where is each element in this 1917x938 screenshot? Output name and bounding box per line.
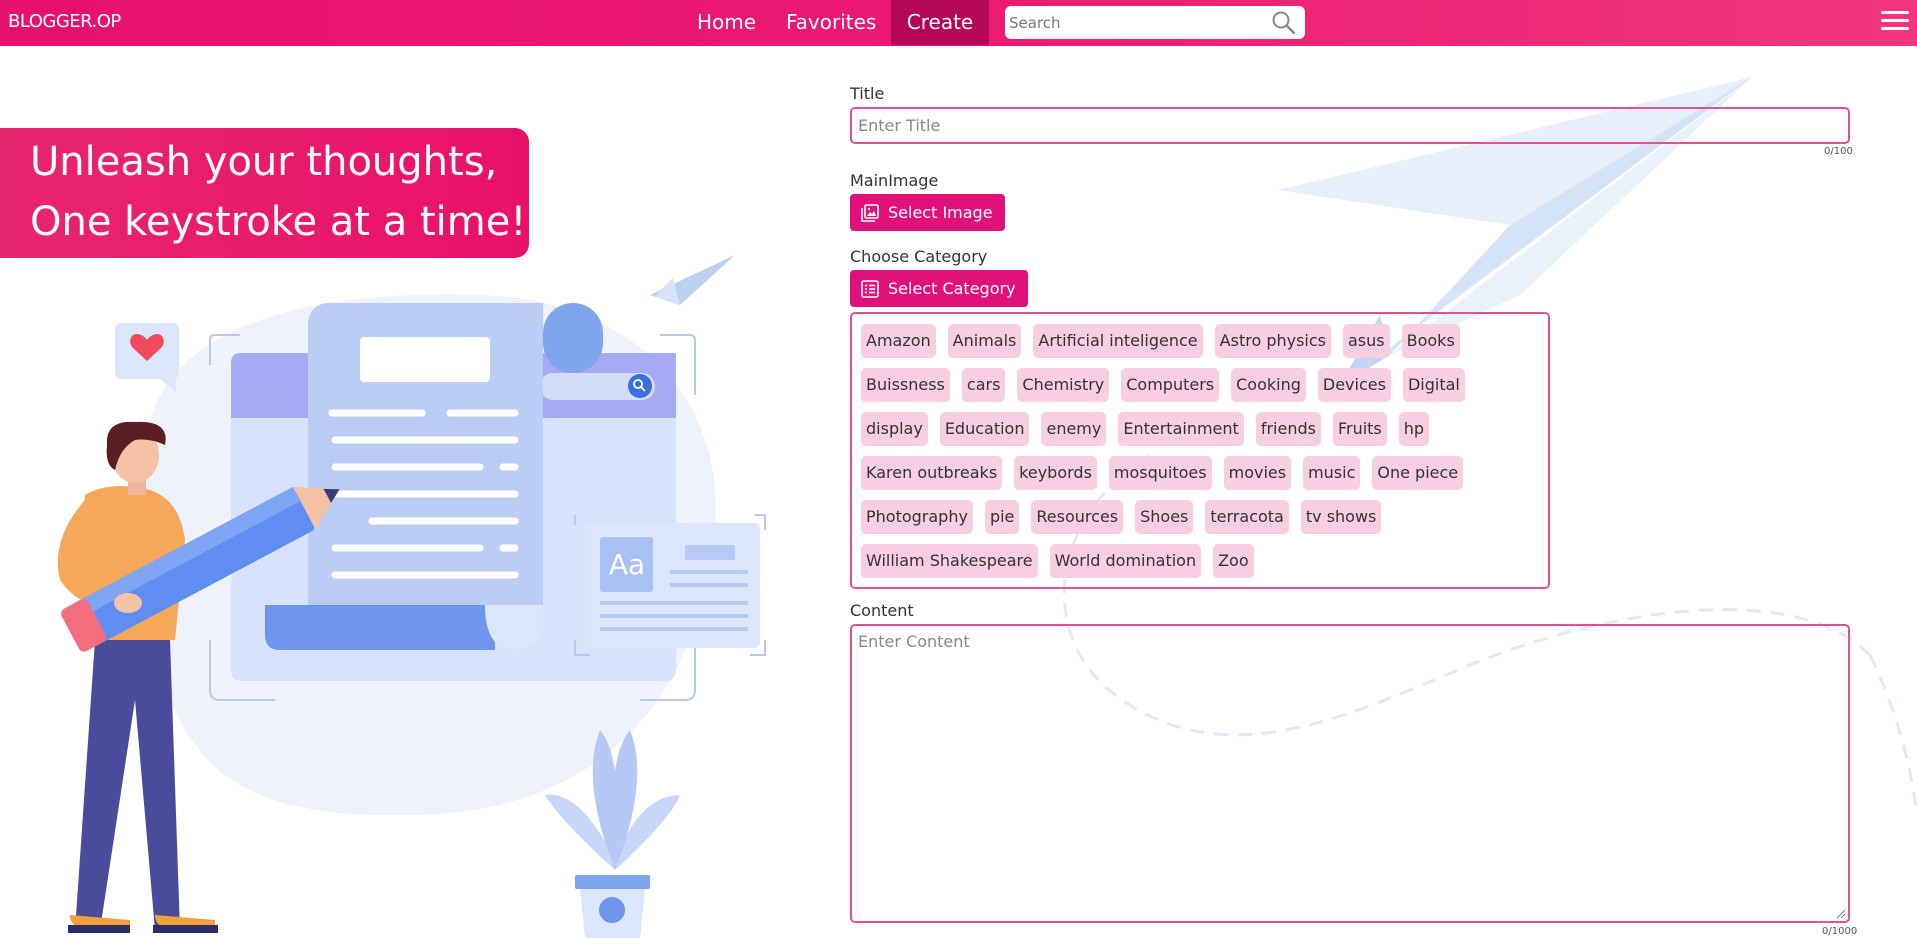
category-chip[interactable]: Devices	[1317, 368, 1391, 402]
category-chip[interactable]: Digital	[1402, 368, 1465, 402]
aa-glyph: Aa	[609, 548, 645, 581]
main-image-label: MainImage	[850, 171, 939, 190]
category-chip[interactable]: Shoes	[1135, 500, 1194, 534]
category-chip[interactable]: mosquitoes	[1108, 456, 1212, 490]
category-chip[interactable]: tv shows	[1300, 500, 1382, 534]
category-chip[interactable]: terracota	[1205, 500, 1289, 534]
category-chip[interactable]: Animals	[947, 324, 1022, 358]
choose-category-label: Choose Category	[850, 247, 988, 266]
category-chip[interactable]: Zoo	[1213, 544, 1254, 578]
content-textarea[interactable]	[852, 626, 1848, 921]
category-list: Amazon Animals Artificial inteligence Astro…	[850, 312, 1550, 589]
category-chips: Amazon Animals Artificial inteligence Astro…	[861, 324, 1540, 588]
select-image-label: Select Image	[888, 203, 993, 222]
category-chip[interactable]: keybords	[1014, 456, 1097, 490]
category-chip[interactable]: Computers	[1121, 368, 1220, 402]
category-chip[interactable]: hp	[1398, 412, 1430, 446]
category-chip[interactable]: display	[861, 412, 928, 446]
navbar: BLOGGER.OP Home Favorites Create	[0, 0, 1917, 46]
category-chip[interactable]: Amazon	[861, 324, 936, 358]
category-chip[interactable]: Astro physics	[1214, 324, 1331, 358]
category-chip[interactable]: Books	[1401, 324, 1460, 358]
content-field	[850, 624, 1850, 923]
title-field	[850, 107, 1850, 144]
category-chip[interactable]: asus	[1343, 324, 1390, 358]
category-chip[interactable]: One piece	[1372, 456, 1464, 490]
nav-home-link[interactable]: Home	[683, 0, 770, 45]
hamburger-icon[interactable]	[1881, 11, 1909, 33]
select-category-label: Select Category	[888, 279, 1016, 298]
category-chip[interactable]: Cooking	[1231, 368, 1306, 402]
category-chip[interactable]: pie	[984, 500, 1020, 534]
category-chip[interactable]: Education	[939, 412, 1030, 446]
category-chip[interactable]: William Shakespeare	[861, 544, 1038, 578]
category-chip[interactable]: Buissness	[861, 368, 950, 402]
content-counter: 0/1000	[1822, 926, 1858, 937]
category-chip[interactable]: Resources	[1031, 500, 1124, 534]
title-label: Title	[850, 84, 885, 103]
category-chip[interactable]: World domination	[1049, 544, 1202, 578]
title-counter: 0/100	[1824, 146, 1853, 157]
nav-create-link[interactable]: Create	[891, 0, 989, 45]
writer-illustration: Aa	[57, 255, 766, 938]
title-input[interactable]	[852, 109, 1848, 142]
category-chip[interactable]: music	[1303, 456, 1361, 490]
search-icon[interactable]	[1271, 10, 1297, 36]
content-label: Content	[850, 601, 914, 620]
category-chip[interactable]: Chemistry	[1017, 368, 1110, 402]
select-image-button[interactable]: Select Image	[850, 194, 1005, 231]
category-chip[interactable]: friends	[1255, 412, 1321, 446]
search-bar	[1005, 6, 1305, 39]
category-chip[interactable]: movies	[1223, 456, 1292, 490]
image-icon	[861, 203, 879, 222]
hero-line-1: Unleash your thoughts,	[30, 139, 498, 185]
category-chip[interactable]: Fruits	[1332, 412, 1387, 446]
category-chip[interactable]: Karen outbreaks	[861, 456, 1003, 490]
select-category-button[interactable]: Select Category	[850, 270, 1028, 307]
hero-banner: Unleash your thoughts, One keystroke at …	[0, 128, 529, 258]
category-chip[interactable]: enemy	[1041, 412, 1107, 446]
category-chip[interactable]: Entertainment	[1118, 412, 1244, 446]
category-chip[interactable]: Artificial inteligence	[1033, 324, 1203, 358]
search-input[interactable]	[1009, 6, 1259, 39]
list-icon	[861, 279, 879, 298]
nav-favorites-link[interactable]: Favorites	[772, 0, 890, 45]
brand-logo[interactable]: BLOGGER.OP	[8, 11, 121, 32]
category-chip[interactable]: Photography	[861, 500, 973, 534]
category-chip[interactable]: cars	[961, 368, 1006, 402]
resize-handle-icon[interactable]	[1836, 909, 1846, 919]
